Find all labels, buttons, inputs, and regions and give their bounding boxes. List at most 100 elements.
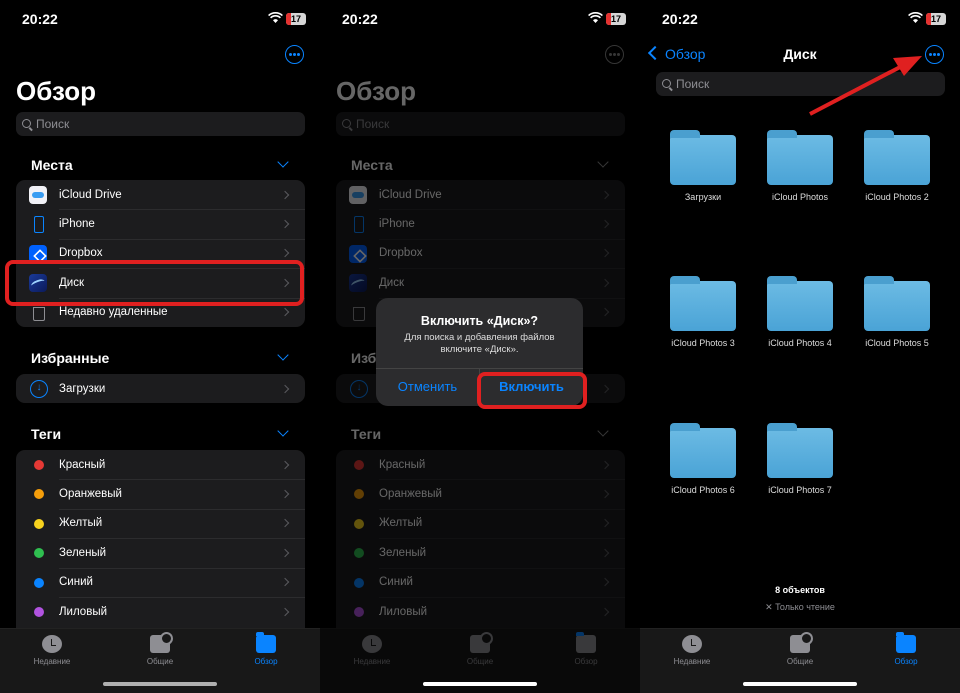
tag-purple[interactable]: Лиловый [16,596,305,626]
download-icon [29,380,48,398]
tab-recent: Недавние [332,635,412,666]
chevron-right-icon [600,578,610,587]
folder-icon [670,423,736,478]
tag-yellow: Желтый [336,508,625,538]
tab-browse[interactable]: Обзор [866,632,946,666]
chevron-right-icon [280,308,290,317]
list-item-disk: Диск [336,268,625,297]
files-overview-panel: 20:22 17 Обзор Поиск Места iCloud Drive … [0,0,320,693]
tag-orange: Оранжевый [336,479,625,508]
alert-title: Включить «Диск»? [420,314,539,328]
list-item-iphone[interactable]: iPhone [16,209,305,238]
folder-icon [767,276,833,331]
chevron-right-icon [600,278,610,288]
chevron-right-icon [280,578,290,587]
disk-folder-panel: 20:22 17 Обзор Диск Поиск Загрузки iClou… [640,0,960,693]
chevron-right-icon [600,519,610,528]
highlight-box [477,372,587,409]
folder-icon [767,130,833,185]
status-bar: 20:22 17 [320,0,640,40]
chevron-right-icon [600,384,610,393]
tag-dot-icon [354,489,364,500]
section-header-favorites[interactable]: Избранные [31,350,109,366]
shared-folder-icon [790,632,813,653]
chevron-right-icon [600,249,610,258]
tab-browse[interactable]: Обзор [226,632,306,666]
tab-shared[interactable]: Общие [760,632,840,666]
home-indicator [423,682,537,686]
shared-folder-icon [470,632,493,653]
folder-item[interactable]: iCloud Photos 6 [657,423,749,495]
folder-icon [864,130,930,185]
folder-item[interactable]: iCloud Photos 3 [657,276,749,348]
read-only-label: ✕ Только чтение [765,602,835,612]
tag-green[interactable]: Зеленый [16,538,305,567]
status-bar: 20:22 17 [0,0,320,40]
shared-folder-icon [150,632,173,653]
chevron-down-icon[interactable] [277,349,289,361]
disk-icon [349,274,367,293]
chevron-right-icon [280,460,290,469]
tag-orange[interactable]: Оранжевый [16,479,305,508]
tab-shared[interactable]: Общие [120,632,200,666]
home-indicator [743,682,857,686]
list-item-icloud-drive: iCloud Drive [336,180,625,209]
section-header-tags[interactable]: Теги [31,426,61,442]
folder-item[interactable]: iCloud Photos 4 [754,276,846,348]
cancel-button[interactable]: Отменить [376,368,479,406]
tag-red[interactable]: Красный [16,450,305,479]
folder-item[interactable]: iCloud Photos [754,130,846,202]
icloud-icon [349,186,367,204]
status-time: 20:22 [22,11,58,27]
clock-icon [362,635,382,653]
dropbox-icon [349,244,367,263]
tag-blue: Синий [336,567,625,597]
wifi-icon [268,12,283,23]
chevron-right-icon [600,219,610,229]
chevron-right-icon [280,489,290,499]
tag-dot-icon [34,548,44,559]
tab-recent[interactable]: Недавние [652,635,732,666]
section-header-places[interactable]: Места [31,157,73,173]
pencil-slash-icon: ✕ [765,602,773,612]
tab-recent[interactable]: Недавние [12,635,92,666]
search-icon [342,119,351,128]
clock-icon [682,635,702,653]
tag-red: Красный [336,450,625,479]
tag-dot-icon [34,489,44,500]
trash-icon [349,304,367,322]
tag-dot-icon [354,606,364,617]
search-icon [22,119,31,128]
folder-icon [670,130,736,185]
tags-list: Красный Оранжевый Желтый Зеленый Синий Л… [16,450,305,640]
folder-item[interactable]: Загрузки [657,130,749,202]
chevron-right-icon [600,607,610,616]
favorites-list: Загрузки [16,374,305,403]
iphone-icon [29,215,47,234]
folder-icon [896,632,916,653]
folder-icon [670,276,736,331]
chevron-down-icon [597,425,609,437]
chevron-down-icon[interactable] [277,156,289,168]
tag-blue[interactable]: Синий [16,567,305,597]
folder-item[interactable]: iCloud Photos 7 [754,423,846,495]
tab-shared: Общие [440,632,520,666]
trash-icon [29,304,47,322]
chevron-right-icon [280,607,290,616]
list-item-downloads[interactable]: Загрузки [16,374,305,403]
chevron-down-icon[interactable] [277,425,289,437]
tags-list: Красный Оранжевый Желтый Зеленый Синий Л… [336,450,625,640]
tag-yellow[interactable]: Желтый [16,508,305,538]
tag-purple: Лиловый [336,596,625,626]
more-options-icon[interactable] [285,45,304,64]
folder-item[interactable]: iCloud Photos 2 [851,130,943,202]
home-indicator [103,682,217,686]
chevron-right-icon [280,548,290,558]
chevron-right-icon [280,249,290,258]
download-icon [349,380,368,398]
search-input[interactable]: Поиск [16,112,305,136]
tag-dot-icon [354,577,364,588]
folder-item[interactable]: iCloud Photos 5 [851,276,943,348]
list-item-icloud-drive[interactable]: iCloud Drive [16,180,305,209]
red-arrow-icon [809,56,922,116]
